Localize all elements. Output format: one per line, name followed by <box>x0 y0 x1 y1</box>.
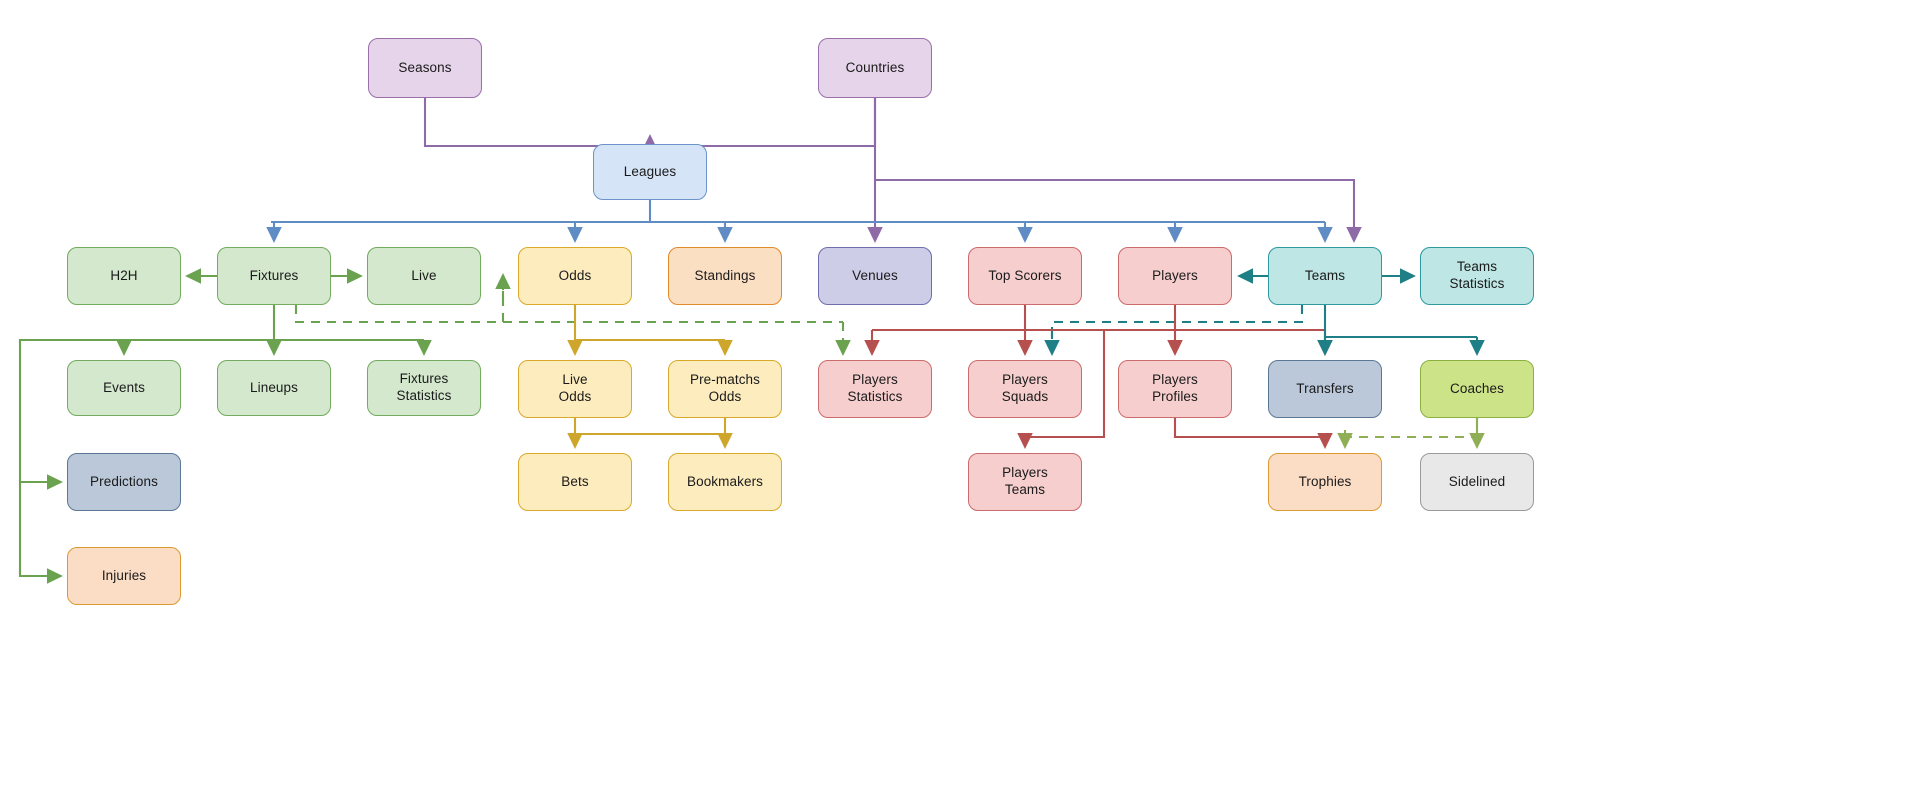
node-label-h2h: H2H <box>110 267 138 283</box>
edge-oddschildren-bus <box>573 418 727 436</box>
node-label-bets: Bets <box>561 473 589 489</box>
node-fixtures_stats[interactable]: Fixtures Statistics <box>367 360 481 416</box>
edge-teams-squads-dashed <box>1050 305 1304 353</box>
node-predictions[interactable]: Predictions <box>67 453 181 511</box>
node-odds[interactable]: Odds <box>518 247 632 305</box>
edge-fixtures-injuries <box>18 482 63 584</box>
edge-coaches-trophies-dashed <box>1343 418 1479 446</box>
node-trophies[interactable]: Trophies <box>1268 453 1382 511</box>
node-players_squads[interactable]: Players Squads <box>968 360 1082 418</box>
node-bets[interactable]: Bets <box>518 453 632 511</box>
node-label-trophies: Trophies <box>1298 473 1352 489</box>
node-label-fixtures_stats: Fixtures Statistics <box>396 371 452 403</box>
node-label-odds: Odds <box>558 267 592 283</box>
node-label-sidelined: Sidelined <box>1448 473 1506 489</box>
node-label-coaches: Coaches <box>1450 380 1504 396</box>
edge-fixtures-children-bus <box>124 305 424 342</box>
node-label-transfers: Transfers <box>1296 380 1354 396</box>
node-label-events: Events <box>103 379 145 395</box>
node-live[interactable]: Live <box>367 247 481 305</box>
node-venues[interactable]: Venues <box>818 247 932 305</box>
node-live_odds[interactable]: Live Odds <box>518 360 632 418</box>
node-teams_statistics[interactable]: Teams Statistics <box>1420 247 1534 305</box>
node-prematch_odds[interactable]: Pre-matchs Odds <box>668 360 782 418</box>
node-label-players_teams: Players Teams <box>1002 465 1048 497</box>
node-label-players_statistics: Players Statistics <box>847 372 903 404</box>
edge-countries-leagues <box>650 98 877 148</box>
edge-topscorers-bus <box>872 305 1325 332</box>
node-transfers[interactable]: Transfers <box>1268 360 1382 418</box>
node-label-venues: Venues <box>852 267 898 283</box>
edge-countries-teams <box>875 178 1362 243</box>
node-sidelined[interactable]: Sidelined <box>1420 453 1534 511</box>
node-leagues[interactable]: Leagues <box>593 144 707 200</box>
node-injuries[interactable]: Injuries <box>67 547 181 605</box>
node-label-bookmakers: Bookmakers <box>686 473 764 489</box>
edge-profiles-trophies <box>1173 418 1333 449</box>
node-label-players: Players <box>1152 267 1198 283</box>
node-label-fixtures: Fixtures <box>249 267 299 283</box>
node-label-standings: Standings <box>694 267 756 283</box>
node-label-teams_statistics: Teams Statistics <box>1449 259 1505 291</box>
node-label-predictions: Predictions <box>90 473 158 489</box>
node-teams[interactable]: Teams <box>1268 247 1382 305</box>
node-label-teams: Teams <box>1304 267 1346 283</box>
node-coaches[interactable]: Coaches <box>1420 360 1534 418</box>
edge-teams-bus <box>1323 305 1477 339</box>
node-label-players_profiles: Players Profiles <box>1152 372 1198 404</box>
node-label-topscorers: Top Scorers <box>988 267 1062 283</box>
node-events[interactable]: Events <box>67 360 181 416</box>
edge-odds-bus <box>573 305 725 342</box>
node-label-injuries: Injuries <box>101 567 147 583</box>
node-label-live_odds: Live Odds <box>558 372 592 404</box>
node-label-seasons: Seasons <box>398 59 452 75</box>
diagram-canvas: Seasons Countries Leagues H2H Fixtures Live Od… <box>0 0 1920 792</box>
node-h2h[interactable]: H2H <box>67 247 181 305</box>
edge-seasons-leagues <box>423 98 658 151</box>
node-players[interactable]: Players <box>1118 247 1232 305</box>
node-players_teams[interactable]: Players Teams <box>968 453 1082 511</box>
node-label-countries: Countries <box>845 59 905 75</box>
node-countries[interactable]: Countries <box>818 38 932 98</box>
node-fixtures[interactable]: Fixtures <box>217 247 331 305</box>
node-label-lineups: Lineups <box>250 379 298 395</box>
node-topscorers[interactable]: Top Scorers <box>968 247 1082 305</box>
node-label-leagues: Leagues <box>623 163 677 179</box>
node-label-players_squads: Players Squads <box>1001 372 1049 404</box>
node-standings[interactable]: Standings <box>668 247 782 305</box>
edge-fixtures-odds-dashed <box>294 305 843 324</box>
node-seasons[interactable]: Seasons <box>368 38 482 98</box>
node-players_profiles[interactable]: Players Profiles <box>1118 360 1232 418</box>
node-label-prematch_odds: Pre-matchs Odds <box>689 372 761 404</box>
edge-leagues-bus <box>271 200 1325 224</box>
node-players_statistics[interactable]: Players Statistics <box>818 360 932 418</box>
node-lineups[interactable]: Lineups <box>217 360 331 416</box>
node-label-live: Live <box>411 267 437 283</box>
node-bookmakers[interactable]: Bookmakers <box>668 453 782 511</box>
